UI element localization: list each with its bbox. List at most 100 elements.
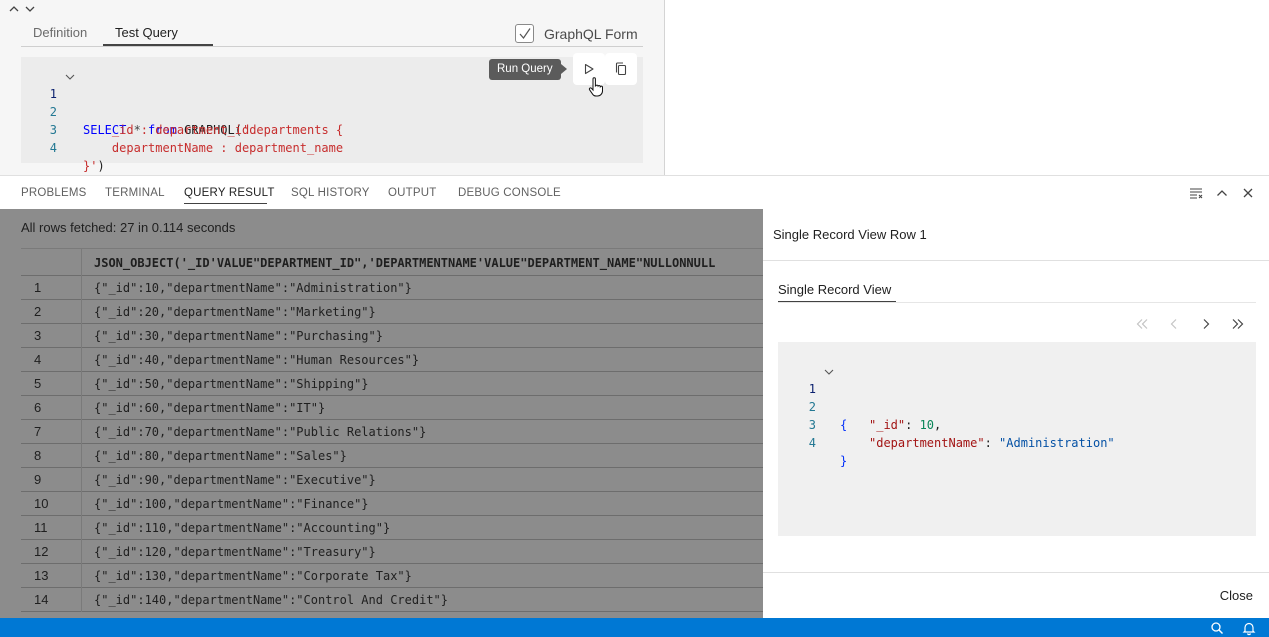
sql-string: 'departments { [241, 123, 344, 137]
table-cell[interactable]: {"_id":110,"departmentName":"Accounting"… [94, 516, 390, 540]
tab-output[interactable]: OUTPUT [388, 187, 436, 199]
table-cell[interactable]: {"_id":70,"departmentName":"Public Relat… [94, 420, 426, 444]
json-line: 3 "departmentName": "Administration" [778, 398, 1115, 450]
table-cell[interactable]: {"_id":50,"departmentName":"Shipping"} [94, 372, 369, 396]
table-row[interactable]: 11 {"_id":110,"departmentName":"Accountin… [21, 516, 763, 540]
table-row[interactable]: 12 {"_id":120,"departmentName":"Treasury"… [21, 540, 763, 564]
row-number-header [21, 249, 82, 277]
table-cell[interactable]: {"_id":140,"departmentName":"Control And… [94, 588, 448, 612]
table-row[interactable]: 9 {"_id":90,"departmentName":"Executive"} [21, 468, 763, 492]
maximize-panel-icon[interactable] [1215, 186, 1229, 200]
last-record-icon[interactable] [1231, 317, 1245, 331]
table-row[interactable]: 2 {"_id":20,"departmentName":"Marketing"} [21, 300, 763, 324]
row-number: 14 [21, 588, 82, 612]
row-number: 5 [21, 372, 82, 396]
query-result-area: All rows fetched: 27 in 0.114 seconds JS… [0, 209, 763, 618]
tab-terminal[interactable]: TERMINAL [105, 187, 165, 199]
notifications-bell-icon[interactable] [1241, 620, 1257, 636]
table-cell[interactable]: {"_id":100,"departmentName":"Finance"} [94, 492, 369, 516]
table-row[interactable]: 13 {"_id":130,"departmentName":"Corporate… [21, 564, 763, 588]
graphql-form-checkbox[interactable] [515, 24, 534, 43]
table-cell[interactable]: {"_id":40,"departmentName":"Human Resour… [94, 348, 419, 372]
mouse-pointer-hand-icon [588, 77, 603, 97]
tab-bar-line [778, 302, 1256, 303]
table-row[interactable]: 3 {"_id":30,"departmentName":"Purchasing"… [21, 324, 763, 348]
clear-output-icon[interactable] [1189, 186, 1203, 200]
json-line: 2 "_id": 10, [778, 380, 942, 432]
single-record-view-panel: Single Record View Row 1 Single Record V… [763, 209, 1269, 618]
chevron-down-icon[interactable] [24, 3, 36, 15]
row-number: 8 [21, 444, 82, 468]
table-row[interactable]: 6 {"_id":60,"departmentName":"IT"} [21, 396, 763, 420]
table-cell[interactable]: {"_id":130,"departmentName":"Corporate T… [94, 564, 412, 588]
fold-chevron-icon[interactable] [824, 367, 834, 377]
graphql-form-label: GraphQL Form [544, 25, 638, 42]
json-line: 1 { [778, 362, 847, 432]
row-number: 9 [21, 468, 82, 492]
row-number: 12 [21, 540, 82, 564]
next-record-icon[interactable] [1199, 317, 1213, 331]
table-row[interactable]: 7 {"_id":70,"departmentName":"Public Rela… [21, 420, 763, 444]
table-cell[interactable]: {"_id":80,"departmentName":"Sales"} [94, 444, 347, 468]
row-number: 3 [21, 324, 82, 348]
row-number: 7 [21, 420, 82, 444]
rows-fetched-status: All rows fetched: 27 in 0.114 seconds [21, 220, 236, 235]
tab-single-record-view[interactable]: Single Record View [778, 282, 891, 297]
zoom-icon[interactable] [1209, 620, 1225, 636]
status-bar [0, 618, 1269, 637]
chevron-up-icon[interactable] [8, 3, 20, 15]
divider [763, 260, 1269, 261]
sql-paren: ) [97, 159, 105, 173]
sql-string: departmentName : department_name [83, 141, 344, 155]
json-brace: } [840, 454, 848, 468]
record-json-viewer[interactable]: 1 { 2 "_id": 10, 3 "departmentName": "Ad… [778, 342, 1256, 536]
code-line: 3 departmentName : department_name [21, 103, 343, 155]
table-row[interactable]: 10 {"_id":100,"departmentName":"Finance"} [21, 492, 763, 516]
table-cell[interactable]: {"_id":30,"departmentName":"Purchasing"} [94, 324, 383, 348]
column-header[interactable]: JSON_OBJECT('_ID'VALUE"DEPARTMENT_ID",'D… [94, 256, 715, 270]
sql-string: _id : department_id [83, 123, 250, 137]
json-key: "_id" [869, 418, 906, 432]
play-icon [584, 63, 594, 75]
fold-chevron-icon[interactable] [65, 72, 75, 82]
first-record-icon[interactable] [1135, 317, 1149, 331]
tab-debug-console[interactable]: DEBUG CONSOLE [458, 187, 561, 199]
table-row[interactable]: 14 {"_id":140,"departmentName":"Control A… [21, 588, 763, 612]
bottom-panel-tabs: PROBLEMS TERMINAL QUERY RESULT SQL HISTO… [0, 175, 1269, 209]
line-number: 4 [49, 141, 57, 155]
row-number: 4 [21, 348, 82, 372]
tab-query-result[interactable]: QUERY RESULT [184, 187, 275, 199]
json-brace: { [840, 418, 848, 432]
divider [763, 572, 1269, 573]
sql-string: }' [83, 159, 98, 173]
tab-problems[interactable]: PROBLEMS [21, 187, 87, 199]
table-row[interactable]: 1 {"_id":10,"departmentName":"Administrat… [21, 276, 763, 300]
copy-query-button[interactable] [605, 53, 637, 85]
row-number: 11 [21, 516, 82, 540]
json-string: "Administration" [999, 436, 1115, 450]
tab-sql-history[interactable]: SQL HISTORY [291, 187, 370, 199]
tab-test-query[interactable]: Test Query [115, 25, 178, 40]
json-number: 10 [919, 418, 935, 432]
json-line: 4 } [778, 416, 847, 468]
table-cell[interactable]: {"_id":90,"departmentName":"Executive"} [94, 468, 376, 492]
code-line: 1 SELECT * from GRAPHQL('departments { [21, 67, 343, 137]
previous-record-icon[interactable] [1167, 317, 1181, 331]
active-panel-tab-indicator [184, 203, 267, 204]
table-cell[interactable]: {"_id":60,"departmentName":"IT"} [94, 396, 325, 420]
section-collapse-controls [8, 3, 36, 15]
table-cell[interactable]: {"_id":120,"departmentName":"Treasury"} [94, 540, 376, 564]
row-number: 1 [21, 276, 82, 300]
graphql-form-toggle[interactable]: GraphQL Form [515, 24, 638, 43]
editor-side-pane [664, 0, 1269, 175]
table-row[interactable]: 8 {"_id":80,"departmentName":"Sales"} [21, 444, 763, 468]
tab-definition[interactable]: Definition [33, 25, 87, 40]
grid-header: JSON_OBJECT('_ID'VALUE"DEPARTMENT_ID",'D… [21, 248, 763, 277]
close-panel-icon[interactable] [1241, 186, 1255, 200]
close-button[interactable]: Close [1220, 588, 1253, 603]
table-cell[interactable]: {"_id":20,"departmentName":"Marketing"} [94, 300, 376, 324]
table-cell[interactable]: {"_id":10,"departmentName":"Administrati… [94, 276, 412, 300]
table-row[interactable]: 4 {"_id":40,"departmentName":"Human Resou… [21, 348, 763, 372]
table-row[interactable]: 5 {"_id":50,"departmentName":"Shipping"} [21, 372, 763, 396]
active-tab-indicator [778, 301, 896, 302]
